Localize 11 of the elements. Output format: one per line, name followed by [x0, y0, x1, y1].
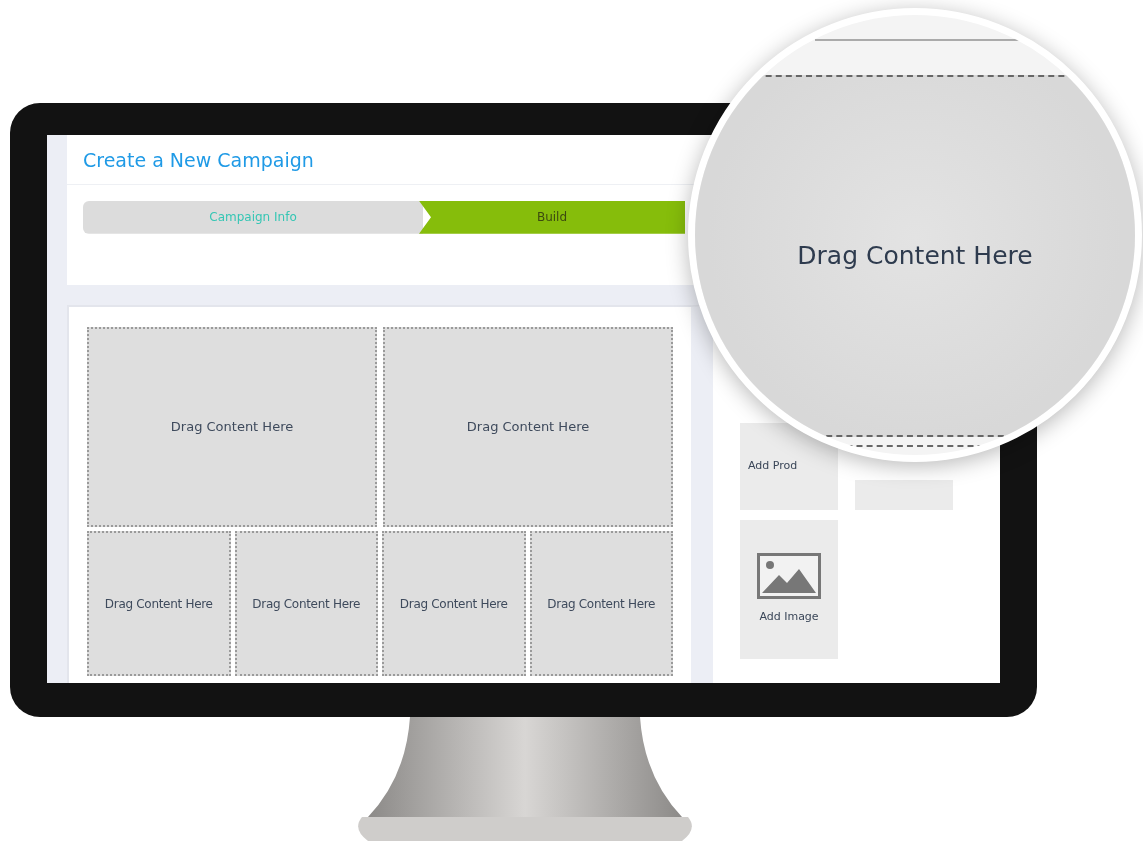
drop-zone: Drag Content Here [382, 531, 526, 676]
drop-zone: Drag Content Here [383, 327, 673, 527]
add-product-tile[interactable]: Add Prod [740, 423, 838, 510]
add-image-tile[interactable]: Add Image [740, 520, 838, 659]
image-icon [757, 553, 821, 600]
drop-zone: Drag Content Here [234, 531, 378, 676]
drop-zone: Drag Content Here [87, 531, 231, 676]
drop-zone: Drag Content Here [529, 531, 673, 676]
drop-zone: Drag Content Here [87, 327, 377, 527]
wizard-step[interactable]: Build [419, 200, 685, 234]
magnified-drop-zone: Drag Content Here [695, 75, 1135, 437]
